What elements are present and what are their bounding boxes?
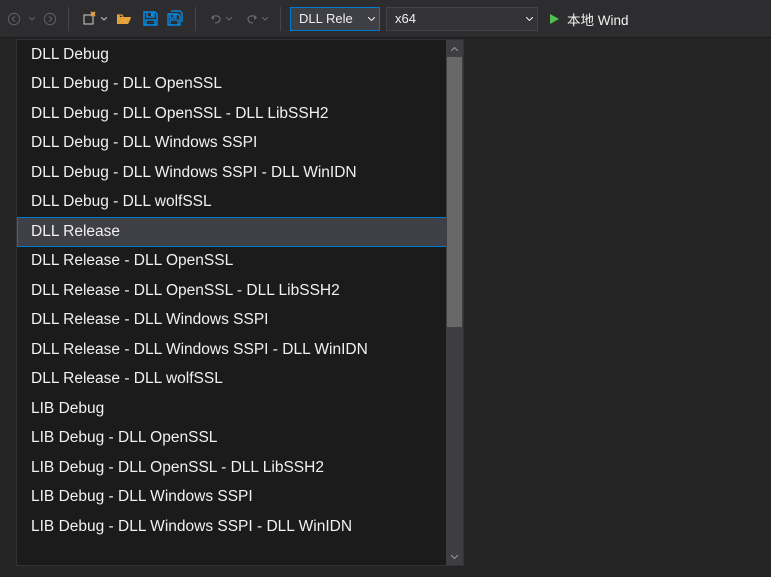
open-folder-icon (115, 10, 133, 28)
nav-back-button[interactable] (3, 8, 25, 30)
config-dropdown-item[interactable]: DLL Debug - DLL Windows SSPI - DLL WinID… (17, 158, 463, 188)
chevron-down-icon (525, 17, 533, 21)
redo-icon (244, 11, 260, 27)
config-dropdown-item[interactable]: LIB Debug - DLL Windows SSPI (17, 483, 463, 513)
solution-config-combo[interactable]: DLL Rele (290, 7, 380, 31)
save-all-button[interactable] (164, 7, 188, 31)
separator (68, 7, 69, 31)
config-dropdown-item[interactable]: LIB Debug - DLL OpenSSL - DLL LibSSH2 (17, 453, 463, 483)
config-dropdown-item[interactable]: DLL Debug (17, 40, 463, 70)
chevron-down-icon (226, 17, 232, 21)
config-dropdown-panel: DLL DebugDLL Debug - DLL OpenSSLDLL Debu… (16, 39, 464, 566)
new-item-icon (80, 10, 98, 28)
scroll-down-button[interactable] (446, 548, 463, 565)
chevron-down-icon (262, 17, 268, 21)
chevron-up-icon (451, 47, 458, 51)
solution-config-value: DLL Rele (299, 11, 363, 26)
redo-button[interactable] (239, 7, 273, 31)
save-all-icon (167, 10, 185, 28)
start-debug-label: 本地 Wind (567, 9, 629, 29)
play-icon (547, 12, 561, 26)
solution-platform-combo[interactable]: x64 (386, 7, 538, 31)
scrollbar[interactable] (446, 40, 463, 565)
config-dropdown-list: DLL DebugDLL Debug - DLL OpenSSLDLL Debu… (17, 40, 463, 565)
config-dropdown-item[interactable]: DLL Debug - DLL wolfSSL (17, 188, 463, 218)
new-item-button[interactable] (76, 7, 110, 31)
solution-platform-value: x64 (395, 11, 521, 26)
config-dropdown-item[interactable]: DLL Debug - DLL OpenSSL (17, 70, 463, 100)
scroll-up-button[interactable] (446, 40, 463, 57)
arrow-left-icon (7, 12, 21, 26)
save-icon (142, 10, 159, 27)
scroll-thumb[interactable] (447, 57, 462, 327)
undo-button[interactable] (203, 7, 237, 31)
config-dropdown-item[interactable]: DLL Release - DLL OpenSSL - DLL LibSSH2 (17, 276, 463, 306)
chevron-down-icon (451, 555, 458, 559)
config-dropdown-item[interactable]: DLL Release - DLL Windows SSPI - DLL Win… (17, 335, 463, 365)
separator (280, 7, 281, 31)
config-dropdown-item[interactable]: DLL Release (17, 217, 463, 247)
config-dropdown-item[interactable]: DLL Release - DLL Windows SSPI (17, 306, 463, 336)
arrow-right-icon (43, 12, 57, 26)
separator (195, 7, 196, 31)
start-debug-button[interactable]: 本地 Wind (547, 7, 629, 31)
config-dropdown-item[interactable]: DLL Debug - DLL OpenSSL - DLL LibSSH2 (17, 99, 463, 129)
chevron-down-icon (367, 17, 375, 21)
scroll-track[interactable] (446, 57, 463, 548)
config-dropdown-item[interactable]: DLL Debug - DLL Windows SSPI (17, 129, 463, 159)
nav-forward-button[interactable] (39, 8, 61, 30)
config-dropdown-item[interactable]: LIB Debug - DLL OpenSSL (17, 424, 463, 454)
open-file-button[interactable] (112, 7, 136, 31)
chevron-down-icon (29, 17, 35, 21)
config-dropdown-item[interactable]: LIB Debug - DLL Windows SSPI - DLL WinID… (17, 512, 463, 542)
chevron-down-icon (101, 17, 107, 21)
main-toolbar: DLL Rele x64 本地 Wind (0, 0, 771, 38)
config-dropdown-item[interactable]: LIB Debug (17, 394, 463, 424)
undo-icon (208, 11, 224, 27)
config-dropdown-item[interactable]: DLL Release - DLL wolfSSL (17, 365, 463, 395)
save-button[interactable] (138, 7, 162, 31)
config-dropdown-item[interactable]: DLL Release - DLL OpenSSL (17, 247, 463, 277)
nav-back-dropdown[interactable] (26, 8, 38, 30)
